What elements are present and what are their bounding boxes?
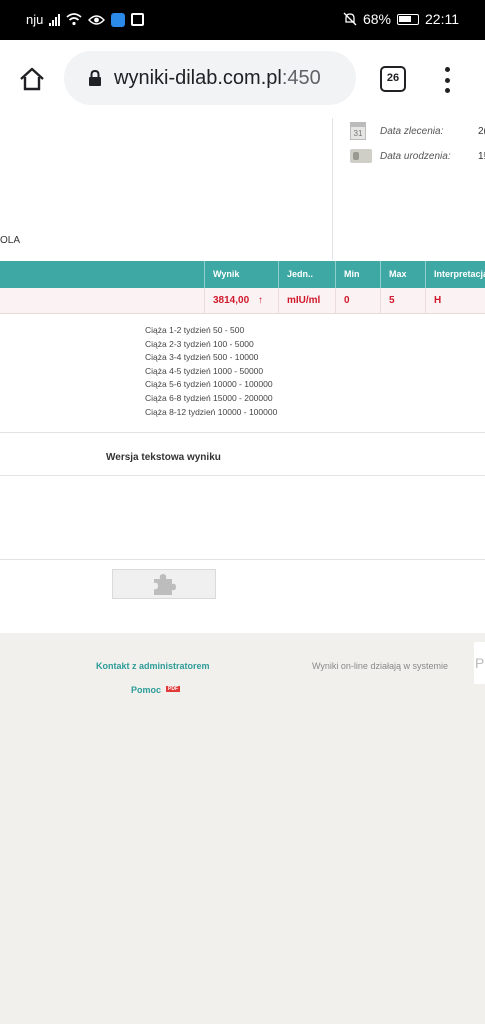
url-host: wyniki-dilab.com.pl xyxy=(114,66,282,89)
puzzle-piece-icon xyxy=(154,574,176,595)
results-table-header: Wynik Jedn.. Min Max Interpretacja xyxy=(0,261,485,288)
reference-ranges: Ciąża 1-2 tydzień 50 - 500 Ciąża 2-3 tyd… xyxy=(145,324,277,419)
reference-range-line: Ciąża 5-6 tydzień 10000 - 100000 xyxy=(145,379,273,390)
calendar-app-icon xyxy=(131,13,145,26)
browser-toolbar: wyniki-dilab.com.pl:450 26 xyxy=(0,40,485,118)
shield-app-icon xyxy=(111,12,126,27)
lock-icon xyxy=(89,70,101,86)
reference-range-line: Ciąża 1-2 tydzień 50 - 500 xyxy=(145,325,245,335)
eye-icon xyxy=(88,14,106,25)
address-bar[interactable]: wyniki-dilab.com.pl:450 xyxy=(64,51,356,105)
signal-icon xyxy=(49,13,61,26)
status-bar: nju 68% 22:11 xyxy=(0,0,485,40)
header-max: Max xyxy=(380,261,425,288)
high-arrow-icon: ↑ xyxy=(257,295,263,306)
min-cell: 0 xyxy=(335,288,380,314)
result-value: 3814,00 xyxy=(213,295,250,306)
tab-switcher-button[interactable]: 26 xyxy=(380,66,406,92)
header-result: Wynik xyxy=(204,261,278,288)
patient-info-panel: 31 Data zlecenia: 2( Data urodzenia: 1! … xyxy=(0,118,485,260)
table-row: 3814,00 ↑ mIU/ml 0 5 H xyxy=(0,288,485,314)
interpretation-cell: H xyxy=(425,288,485,314)
max-cell: 5 xyxy=(380,288,425,314)
header-min: Min xyxy=(335,261,380,288)
reference-range-line: Ciąża 4-5 tydzień 1000 - 50000 xyxy=(145,365,264,376)
header-unit: Jedn.. xyxy=(278,261,335,288)
reference-range-line: Ciąża 8-12 tydzień 10000 - 100000 xyxy=(145,406,278,417)
section-divider xyxy=(0,475,485,476)
url-port: :450 xyxy=(281,66,321,89)
unit-cell: mIU/ml xyxy=(278,288,335,314)
section-divider xyxy=(0,432,485,433)
battery-icon xyxy=(397,13,419,25)
order-date-label: Data zlecenia: xyxy=(380,125,444,137)
header-interpretation: Interpretacja xyxy=(425,261,485,288)
system-logo[interactable]: P xyxy=(474,642,485,684)
help-label: Pomoc xyxy=(131,685,162,695)
birth-date-row: Data urodzenia: 1! xyxy=(350,149,485,163)
page-content: 31 Data zlecenia: 2( Data urodzenia: 1! … xyxy=(0,118,485,633)
plugin-placeholder[interactable] xyxy=(112,569,216,599)
id-card-icon xyxy=(350,149,372,163)
panel-divider xyxy=(332,118,333,260)
home-icon[interactable] xyxy=(18,65,46,93)
result-cell: 3814,00 ↑ xyxy=(204,288,278,314)
order-date-row: 31 Data zlecenia: 2( xyxy=(350,122,485,140)
more-menu-icon[interactable] xyxy=(440,67,454,93)
pdf-icon: PDF xyxy=(166,686,181,692)
section-divider xyxy=(0,559,485,560)
patient-name: OLA xyxy=(0,235,21,246)
contact-admin-link[interactable]: Kontakt z administratorem xyxy=(96,661,210,671)
reference-range-line: Ciąża 6-8 tydzień 15000 - 200000 xyxy=(145,392,273,403)
wifi-icon xyxy=(66,13,82,26)
birth-date-value: 1! xyxy=(478,150,485,162)
calendar-icon: 31 xyxy=(350,122,366,140)
carrier-label: nju xyxy=(26,12,44,27)
text-version-heading: Wersja tekstowa wyniku xyxy=(106,452,221,463)
help-link[interactable]: Pomoc PDF xyxy=(131,685,181,695)
clock: 22:11 xyxy=(425,11,459,27)
reference-range-line: Ciąża 2-3 tydzień 100 - 5000 xyxy=(145,338,254,349)
system-note: Wyniki on-line działają w systemie xyxy=(312,661,448,671)
battery-percent: 68% xyxy=(362,11,391,27)
order-date-value: 2( xyxy=(478,125,485,137)
birth-date-label: Data urodzenia: xyxy=(380,150,451,162)
mute-bell-icon xyxy=(343,12,357,26)
reference-range-line: Ciąża 3-4 tydzień 500 - 10000 xyxy=(145,352,259,363)
